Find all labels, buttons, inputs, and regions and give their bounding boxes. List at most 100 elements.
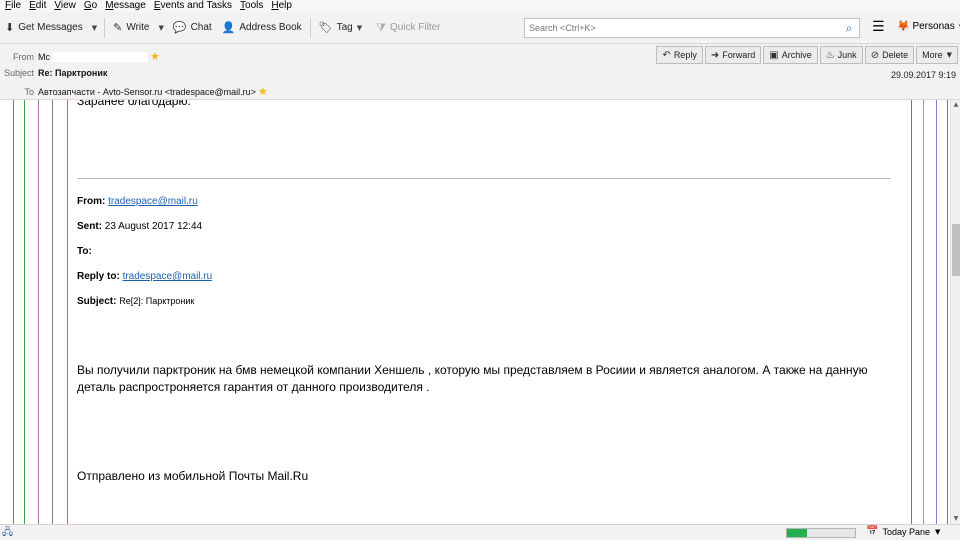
forward-label: Forward: [722, 50, 756, 60]
quoted-subject: Subject: Re[2]: Парктроник: [77, 296, 194, 307]
menu-help[interactable]: Help: [266, 0, 295, 12]
get-messages-label: Get Messages: [18, 22, 83, 33]
person-icon: 👤: [221, 21, 236, 34]
quoted-from: From: tradespace@mail.ru: [77, 196, 198, 207]
redacted-sender: [52, 51, 148, 62]
write-dropdown-icon[interactable]: ▼: [154, 24, 167, 32]
quote-bar: [936, 100, 937, 524]
menu-view[interactable]: View: [49, 0, 79, 12]
quoted-reply-to-label: Reply to:: [77, 271, 120, 282]
more-dropdown-icon: ▼: [946, 51, 952, 59]
quote-bar: [67, 100, 68, 524]
quote-bar: [947, 100, 948, 524]
network-icon[interactable]: 🖧: [2, 527, 14, 538]
to-value[interactable]: Автозапчасти - Avto-Sensor.ru <tradespac…: [38, 87, 256, 97]
quoted-reply-to: Reply to: tradespace@mail.ru: [77, 271, 212, 282]
message-header: From Mc ★ Subject Re: Парктроник To Авто…: [0, 44, 960, 100]
get-messages-dropdown-icon[interactable]: ▼: [88, 24, 101, 32]
more-button[interactable]: More ▼: [916, 46, 958, 64]
write-label: Write: [126, 22, 150, 33]
quoted-sent-value: 23 August 2017 12:44: [104, 221, 203, 232]
search-box: ⌕: [524, 18, 860, 38]
write-button[interactable]: ✎ Write: [108, 17, 154, 39]
download-icon: ⬇: [5, 21, 15, 34]
app-menu-icon[interactable]: ☰: [872, 20, 886, 34]
tag-icon: 🏷: [318, 21, 333, 34]
scroll-down-icon[interactable]: ▼: [951, 514, 960, 524]
archive-button[interactable]: ▣ Archive: [763, 46, 818, 64]
message-actions: ↶ Reply ➜ Forward ▣ Archive ♨ Junk ⊘ Del…: [656, 46, 958, 64]
personas-button[interactable]: 🦊 Personas ▼: [897, 21, 960, 32]
chat-icon: 💬: [172, 21, 187, 34]
forward-button[interactable]: ➜ Forward: [704, 46, 762, 64]
main-toolbar: ⬇ Get Messages ▼ ✎ Write ▼ 💬 Chat 👤 Addr…: [0, 12, 960, 44]
chat-label: Chat: [190, 22, 212, 33]
progress-fill: [787, 529, 808, 537]
quoted-sent-label: Sent:: [77, 221, 102, 232]
menu-bar: File Edit View Go Message Events and Tas…: [0, 0, 960, 12]
quoted-reply-to-link[interactable]: tradespace@mail.ru: [123, 271, 213, 282]
from-row: From Mc ★: [0, 50, 160, 63]
more-label: More: [922, 50, 943, 60]
junk-label: Junk: [837, 50, 857, 60]
quoted-from-link[interactable]: tradespace@mail.ru: [108, 196, 198, 207]
menu-message[interactable]: Message: [100, 0, 149, 12]
tag-button[interactable]: 🏷 Tag ▼: [314, 17, 371, 39]
quoted-sent: Sent: 23 August 2017 12:44: [77, 221, 202, 232]
tag-label: Tag: [336, 22, 353, 33]
archive-icon: ▣: [769, 49, 779, 61]
signature: Отправлено из мобильной Почты Mail.Ru: [77, 469, 309, 483]
search-input[interactable]: [525, 23, 839, 33]
filter-icon: ⧩: [376, 20, 386, 34]
delete-button[interactable]: ⊘ Delete: [864, 46, 915, 64]
quote-bar: [911, 100, 912, 524]
star-icon[interactable]: ★: [150, 50, 160, 63]
delete-icon: ⊘: [870, 49, 880, 61]
address-book-button[interactable]: 👤 Address Book: [217, 17, 307, 39]
from-value[interactable]: Mc: [38, 52, 50, 62]
star-icon[interactable]: ★: [258, 85, 268, 98]
scrollbar-thumb[interactable]: [952, 224, 960, 276]
status-bar: 🖧 📅 Today Pane ▼: [0, 524, 960, 540]
fox-icon: 🦊: [897, 21, 910, 32]
quoted-subject-value: Re[2]: Парктроник: [119, 296, 195, 306]
progress-bar: [786, 528, 856, 538]
menu-go[interactable]: Go: [79, 0, 100, 12]
menu-events-and-tasks[interactable]: Events and Tasks: [149, 0, 235, 12]
quote-bar: [24, 100, 25, 524]
reply-icon: ↶: [662, 49, 671, 61]
calendar-icon: 📅: [866, 526, 879, 537]
menu-tools[interactable]: Tools: [235, 0, 266, 12]
quoted-from-label: From:: [77, 196, 106, 207]
toolbar-separator: [104, 17, 106, 38]
search-icon[interactable]: ⌕: [839, 21, 859, 36]
quoted-subject-label: Subject:: [77, 296, 117, 307]
junk-button[interactable]: ♨ Junk: [819, 46, 863, 64]
tag-dropdown-icon: ▼: [356, 23, 363, 32]
chevron-down-icon: ▼: [935, 527, 941, 536]
reply-button[interactable]: ↶ Reply: [656, 46, 703, 64]
subject-value: Re: Парктроник: [38, 68, 108, 78]
get-messages-button[interactable]: ⬇ Get Messages: [0, 17, 88, 39]
delete-label: Delete: [882, 50, 909, 60]
scroll-up-icon[interactable]: ▲: [951, 100, 960, 110]
address-book-label: Address Book: [239, 22, 302, 33]
quote-bar: [52, 100, 53, 524]
subject-label: Subject: [3, 68, 34, 78]
toolbar-separator: [309, 17, 311, 38]
archive-label: Archive: [781, 50, 812, 60]
chat-button[interactable]: 💬 Chat: [168, 17, 217, 39]
personas-label: Personas: [912, 21, 955, 32]
to-row: To Автозапчасти - Avto-Sensor.ru <trades…: [0, 85, 268, 98]
menu-edit[interactable]: Edit: [24, 0, 49, 12]
menu-file[interactable]: File: [0, 0, 24, 12]
subject-row: Subject Re: Парктроник: [0, 68, 107, 78]
vertical-scrollbar[interactable]: ▲ ▼: [950, 100, 960, 524]
quick-filter-button[interactable]: ⧩ Quick Filter: [371, 17, 445, 39]
today-pane-button[interactable]: 📅 Today Pane ▼: [866, 526, 940, 537]
divider: [77, 178, 891, 179]
partial-line: Заранее благодарю.: [77, 100, 191, 108]
quoted-to-label: To:: [77, 246, 92, 257]
message-body: Заранее благодарю. From: tradespace@mail…: [0, 100, 950, 524]
quote-bar: [38, 100, 39, 524]
